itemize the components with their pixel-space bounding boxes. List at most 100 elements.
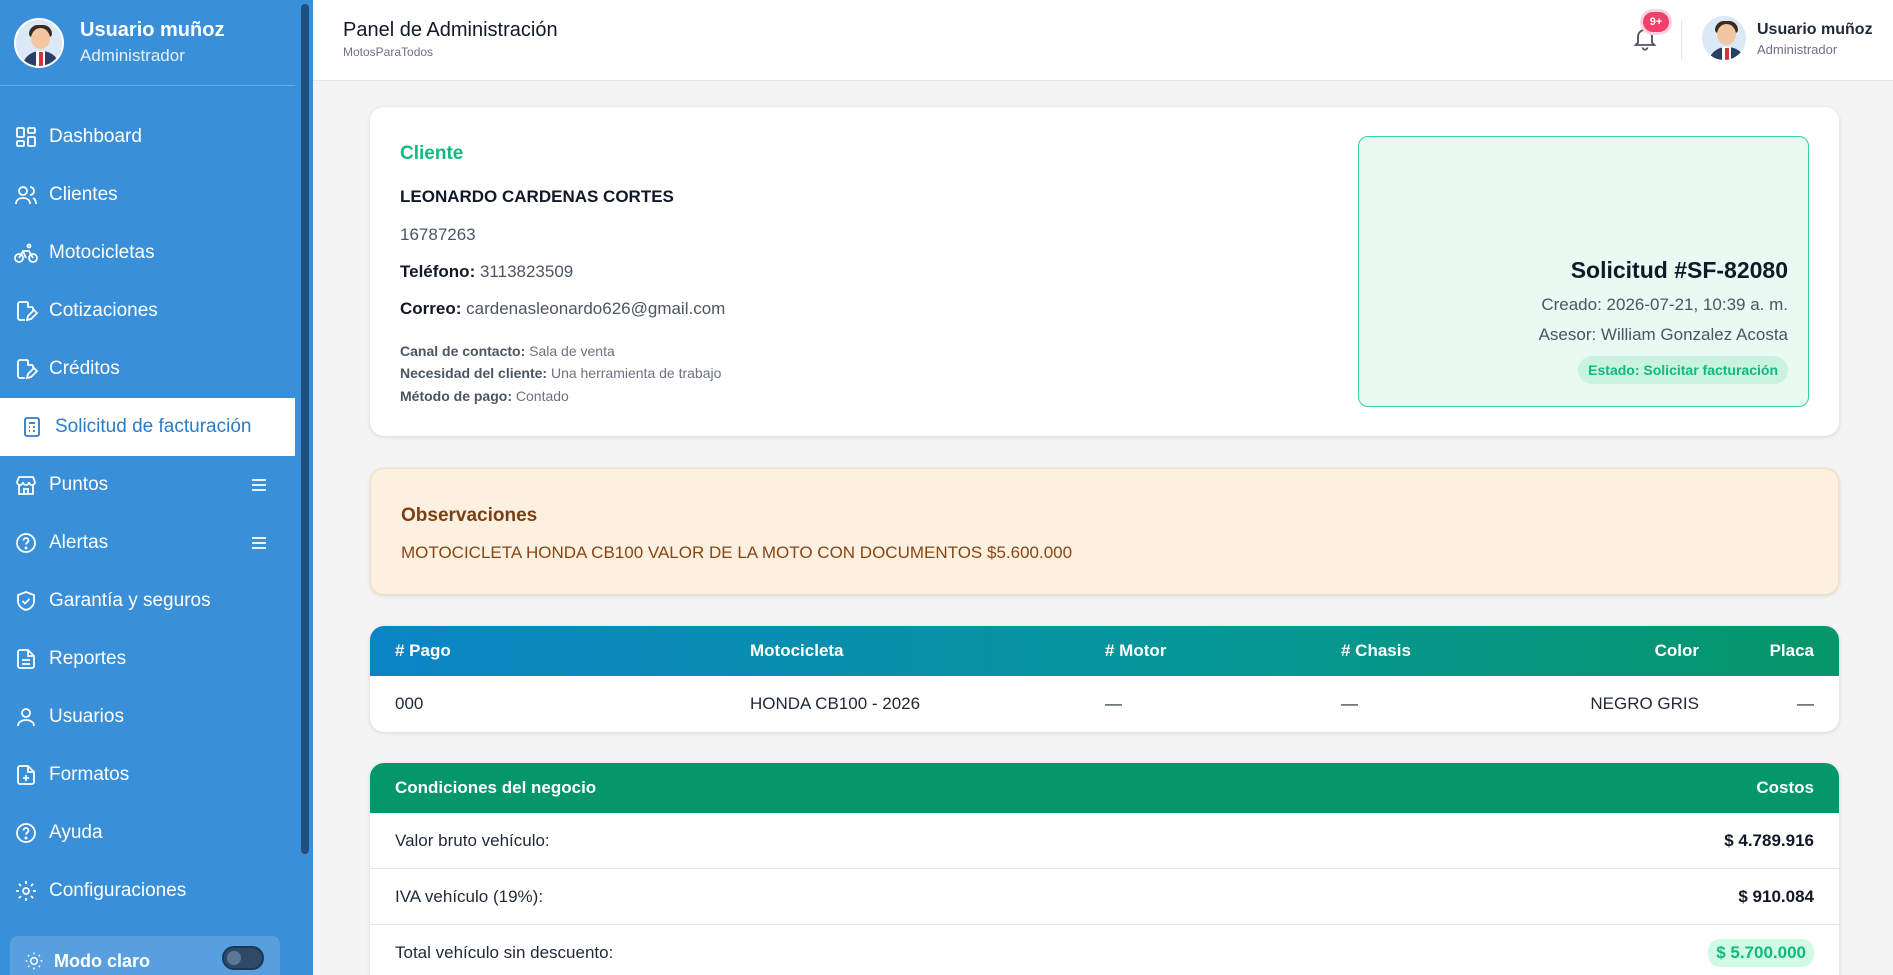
sidebar-item-label: Ayuda bbox=[49, 822, 103, 843]
sidebar-item-label: Dashboard bbox=[49, 126, 142, 147]
observations-text: MOTOCICLETA HONDA CB100 VALOR DE LA MOTO… bbox=[401, 543, 1073, 562]
client-phone: Teléfono: 3113823509 bbox=[400, 262, 573, 282]
document-edit-icon bbox=[17, 359, 38, 380]
sidebar-item-label: Puntos bbox=[49, 474, 109, 495]
sidebar-user-name: Usuario muñoz bbox=[80, 19, 225, 41]
theme-mode-switch[interactable]: Modo claro bbox=[10, 936, 280, 975]
sidebar-user[interactable]: Usuario muñoz Administrador bbox=[0, 0, 295, 86]
sidebar-item-reportes[interactable]: Reportes bbox=[0, 630, 295, 688]
conditions-row: Valor bruto vehículo: $ 4.789.916 bbox=[370, 813, 1839, 869]
sidebar-scrollbar[interactable] bbox=[297, 0, 313, 975]
top-header: Panel de Administración MotosParaTodos 9… bbox=[313, 0, 1893, 81]
shield-icon bbox=[17, 591, 35, 611]
column-header-motocicleta: Motocicleta bbox=[750, 641, 844, 660]
conditions-row: IVA vehículo (19%): $ 910.084 bbox=[370, 869, 1839, 925]
sidebar-item-creditos[interactable]: Créditos bbox=[0, 340, 295, 398]
condition-label: IVA vehículo (19%): bbox=[395, 887, 544, 906]
sidebar-item-puntos[interactable]: Puntos bbox=[0, 456, 295, 514]
client-name: LEONARDO CARDENAS CORTES bbox=[400, 187, 674, 206]
cell-placa: — bbox=[1797, 694, 1814, 713]
condition-value: $ 4.789.916 bbox=[1724, 831, 1814, 850]
dashboard-icon bbox=[16, 127, 36, 147]
store-icon bbox=[16, 476, 36, 495]
client-email: Correo: cardenasleonardo626@gmail.com bbox=[400, 299, 725, 319]
observations-card: Observaciones MOTOCICLETA HONDA CB100 VA… bbox=[370, 468, 1839, 595]
client-channel-label: Canal de contacto: bbox=[400, 343, 526, 359]
sidebar-item-clientes[interactable]: Clientes bbox=[0, 166, 295, 224]
user-icon bbox=[17, 708, 35, 727]
conditions-row: Total vehículo sin descuento: $ 5.700.00… bbox=[370, 925, 1839, 975]
client-phone-label: Teléfono: bbox=[400, 262, 476, 281]
conditions-header-label: Condiciones del negocio bbox=[395, 778, 597, 797]
conditions-header: Condiciones del negocio Costos bbox=[370, 763, 1839, 813]
avatar bbox=[14, 17, 64, 68]
business-conditions-table: Condiciones del negocio Costos Valor bru… bbox=[370, 763, 1839, 975]
sidebar-item-usuarios[interactable]: Usuarios bbox=[0, 688, 295, 746]
notification-badge: 9+ bbox=[1643, 12, 1669, 32]
avatar[interactable] bbox=[1700, 14, 1748, 62]
cell-motocicleta: HONDA CB100 - 2026 bbox=[750, 694, 921, 713]
client-email-value: cardenasleonardo626@gmail.com bbox=[466, 299, 726, 318]
status-badge: Estado: Solicitar facturación bbox=[1578, 356, 1788, 384]
sidebar-item-label: Usuarios bbox=[49, 706, 124, 727]
sidebar-nav: Dashboard Clientes Motocicletas Cotizaci… bbox=[0, 108, 313, 920]
sidebar-item-label: Garantía y seguros bbox=[49, 590, 211, 611]
sidebar-user-role: Administrador bbox=[80, 46, 185, 65]
sidebar-item-label: Motocicletas bbox=[49, 242, 155, 263]
invoice-icon bbox=[24, 417, 40, 437]
header-divider bbox=[1681, 20, 1682, 60]
cell-pago: 000 bbox=[395, 694, 424, 713]
request-title: Solicitud #SF-82080 bbox=[1570, 257, 1788, 283]
client-payment: Método de pago: Contado bbox=[400, 388, 569, 404]
sidebar-item-solicitud-facturacion[interactable]: Solicitud de facturación bbox=[0, 398, 295, 456]
menu-icon[interactable] bbox=[250, 476, 268, 494]
sidebar-item-label: Reportes bbox=[49, 648, 127, 669]
theme-toggle[interactable] bbox=[222, 946, 264, 970]
client-card: Cliente LEONARDO CARDENAS CORTES 1678726… bbox=[370, 107, 1839, 436]
sun-icon bbox=[25, 952, 43, 970]
sidebar-item-garantia[interactable]: Garantía y seguros bbox=[0, 572, 295, 630]
observations-title: Observaciones bbox=[401, 505, 538, 526]
condition-value: $ 910.084 bbox=[1738, 887, 1814, 906]
request-summary-box: Solicitud #SF-82080 Creado: 2026-07-21, … bbox=[1358, 136, 1809, 407]
report-icon bbox=[17, 649, 35, 669]
column-header-motor: # Motor bbox=[1105, 641, 1167, 660]
sidebar-item-label: Solicitud de facturación bbox=[55, 416, 252, 437]
table-row: 000 HONDA CB100 - 2026 — — NEGRO GRIS — bbox=[370, 676, 1839, 732]
help-circle-icon bbox=[16, 823, 36, 843]
file-icon bbox=[17, 765, 35, 785]
header-user-name[interactable]: Usuario muñoz bbox=[1757, 21, 1873, 39]
sidebar-item-ayuda[interactable]: Ayuda bbox=[0, 804, 295, 862]
client-section-title: Cliente bbox=[400, 143, 464, 164]
sidebar-item-dashboard[interactable]: Dashboard bbox=[0, 108, 295, 166]
document-edit-icon bbox=[17, 301, 38, 322]
sidebar-item-configuraciones[interactable]: Configuraciones bbox=[0, 862, 295, 920]
request-advisor: Asesor: William Gonzalez Acosta bbox=[1538, 325, 1788, 344]
sidebar-item-label: Clientes bbox=[49, 184, 118, 205]
client-payment-value: Contado bbox=[515, 388, 569, 404]
sidebar-item-cotizaciones[interactable]: Cotizaciones bbox=[0, 282, 295, 340]
cell-chasis: — bbox=[1341, 694, 1358, 713]
theme-mode-label: Modo claro bbox=[54, 950, 151, 971]
cell-motor: — bbox=[1105, 694, 1122, 713]
cell-color: NEGRO GRIS bbox=[1590, 694, 1699, 713]
help-circle-icon bbox=[16, 533, 36, 553]
page-subtitle: MotosParaTodos bbox=[343, 45, 434, 59]
client-need: Necesidad del cliente: Una herramienta d… bbox=[400, 365, 721, 381]
column-header-pago: # Pago bbox=[395, 641, 451, 660]
sidebar-item-formatos[interactable]: Formatos bbox=[0, 746, 295, 804]
scrollbar-thumb[interactable] bbox=[301, 4, 309, 854]
column-header-placa: Placa bbox=[1769, 641, 1814, 660]
table-header: # Pago Motocicleta # Motor # Chasis Colo… bbox=[370, 626, 1839, 676]
bicycle-icon bbox=[14, 243, 38, 263]
sidebar-item-label: Formatos bbox=[49, 764, 130, 785]
sidebar-item-alertas[interactable]: Alertas bbox=[0, 514, 295, 572]
client-email-label: Correo: bbox=[400, 299, 462, 318]
sidebar-item-label: Alertas bbox=[49, 532, 109, 553]
menu-icon[interactable] bbox=[250, 534, 268, 552]
sidebar-item-motocicletas[interactable]: Motocicletas bbox=[0, 224, 295, 282]
client-need-value: Una herramienta de trabajo bbox=[550, 365, 722, 381]
client-channel-value: Sala de venta bbox=[529, 343, 615, 359]
client-document: 16787263 bbox=[400, 225, 476, 244]
request-created: Creado: 2026-07-21, 10:39 a. m. bbox=[1541, 295, 1788, 314]
